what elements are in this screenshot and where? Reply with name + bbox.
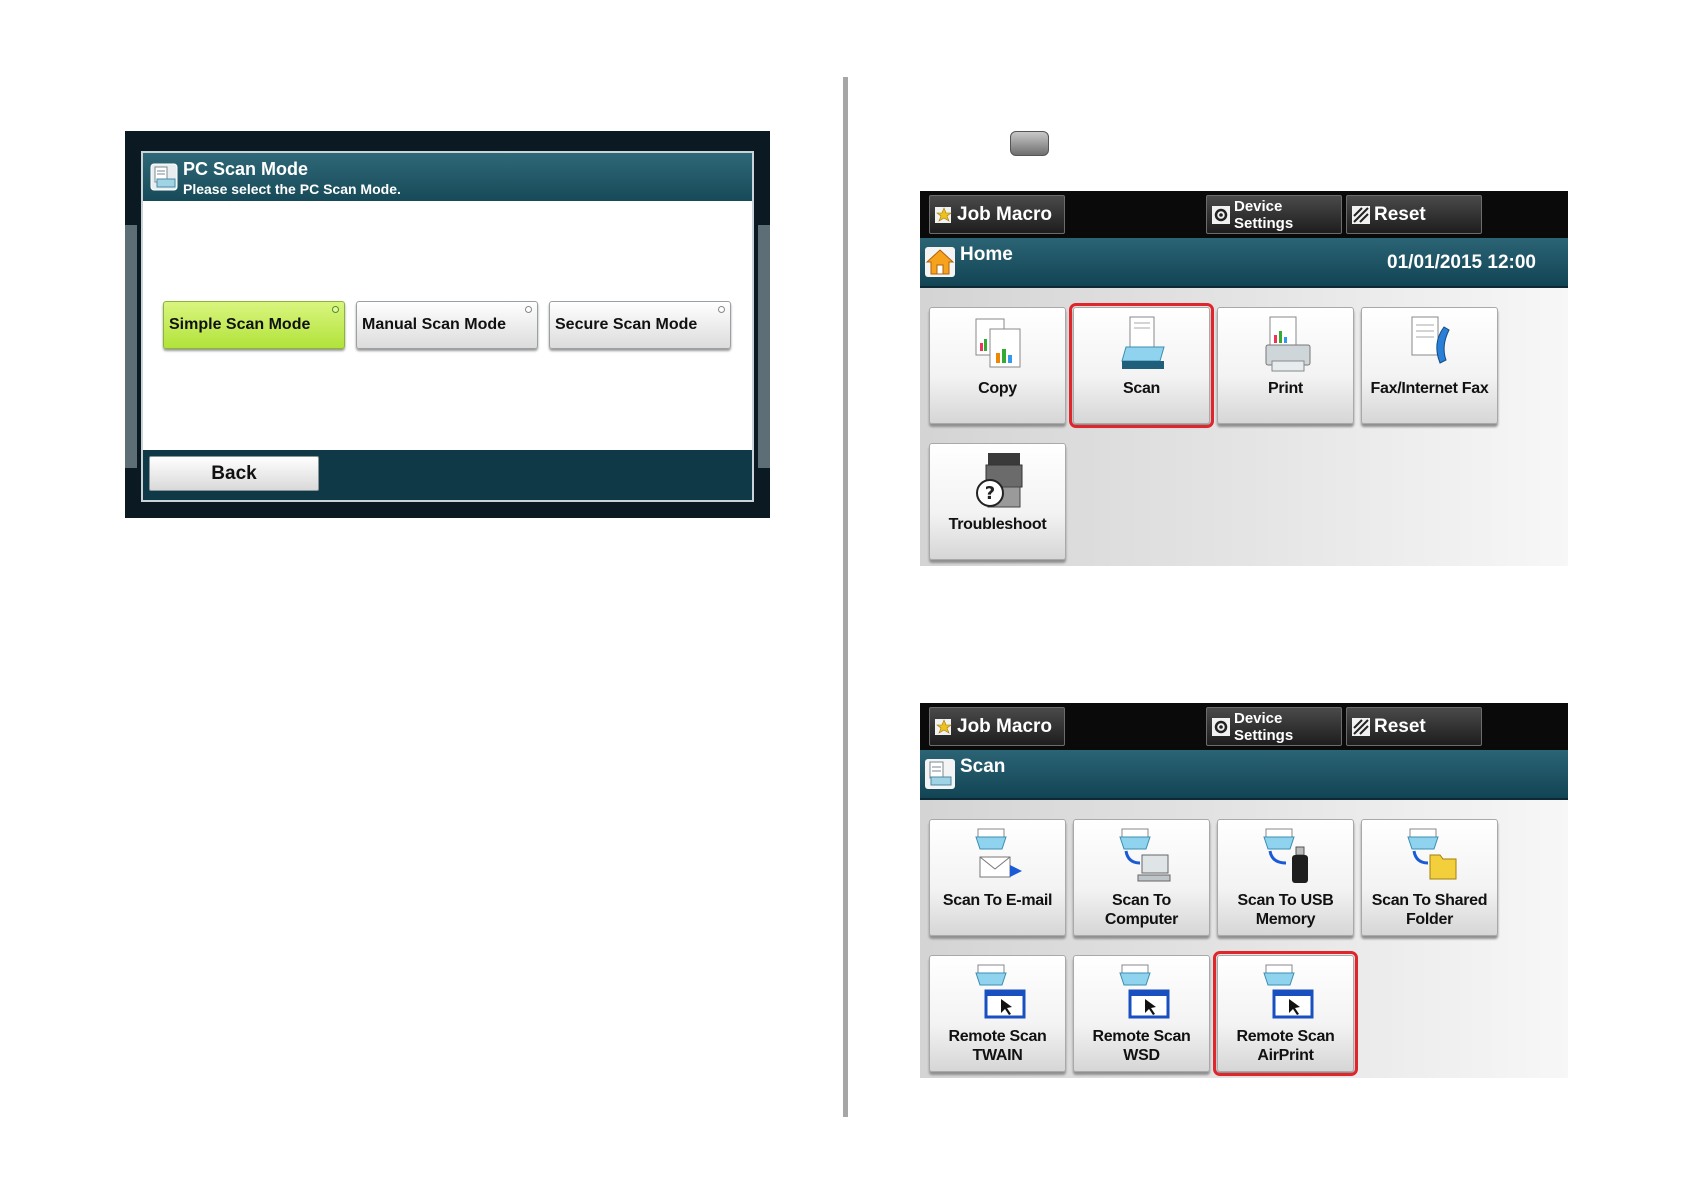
top-bar: Job Macro Device Settings Reset xyxy=(920,703,1568,750)
reset-button[interactable]: Reset xyxy=(1346,195,1482,234)
simple-scan-mode-button[interactable]: Simple Scan Mode xyxy=(163,301,345,349)
top-bar: Job Macro Device Settings Reset xyxy=(920,191,1568,238)
scan-screen: Job Macro Device Settings Reset Scan Sca… xyxy=(920,703,1568,1078)
panel-bezel-left xyxy=(125,225,137,468)
screen-title: Scan xyxy=(960,756,1006,777)
device-settings-icon xyxy=(1212,717,1230,736)
mode-label: Manual Scan Mode xyxy=(362,316,507,333)
dialog-header: PC Scan Mode Please select the PC Scan M… xyxy=(143,153,752,201)
tile-label: Scan To USB Memory xyxy=(1237,892,1334,928)
indicator-icon xyxy=(718,306,725,313)
print-icon xyxy=(1265,316,1311,372)
reset-label: Reset xyxy=(1374,715,1426,737)
job-macro-button[interactable]: Job Macro xyxy=(929,195,1065,234)
scan-to-email-tile[interactable]: Scan To E-mail xyxy=(929,819,1066,936)
selected-indicator-icon xyxy=(332,306,339,313)
reset-button[interactable]: Reset xyxy=(1346,707,1482,746)
tile-label: Troubleshoot xyxy=(948,516,1047,533)
device-settings-button[interactable]: Device Settings xyxy=(1206,707,1342,746)
job-macro-label: Job Macro xyxy=(957,715,1053,737)
reset-label: Reset xyxy=(1374,203,1426,225)
tile-label: Scan xyxy=(1122,380,1161,397)
panel-bezel-right xyxy=(758,225,770,468)
copy-tile[interactable]: Copy xyxy=(929,307,1066,424)
remote-scan-icon xyxy=(975,964,1026,1019)
title-bar: Home 01/01/2015 12:00 xyxy=(920,238,1568,288)
mode-label: Secure Scan Mode xyxy=(555,316,698,333)
scan-to-computer-tile[interactable]: Scan To Computer xyxy=(1073,819,1210,936)
copy-icon xyxy=(975,318,1021,368)
tile-label: Remote Scan TWAIN xyxy=(948,1028,1047,1064)
job-macro-button[interactable]: Job Macro xyxy=(929,707,1065,746)
pc-scan-mode-dialog: PC Scan Mode Please select the PC Scan M… xyxy=(141,151,754,502)
home-screen: Job Macro Device Settings Reset Home 01/0… xyxy=(920,191,1568,566)
tile-label: Scan To Computer xyxy=(1104,892,1179,928)
indicator-icon xyxy=(525,306,532,313)
scan-icon xyxy=(1121,316,1165,369)
secure-scan-mode-button[interactable]: Secure Scan Mode xyxy=(549,301,731,349)
scan-document-icon xyxy=(150,163,178,191)
job-macro-label: Job Macro xyxy=(957,203,1053,225)
scan-to-computer-icon xyxy=(1119,828,1171,882)
remote-scan-twain-tile[interactable]: Remote Scan TWAIN xyxy=(929,955,1066,1072)
dialog-footer: Back xyxy=(143,450,752,500)
tile-label: Remote Scan WSD xyxy=(1092,1028,1191,1064)
svg-text:?: ? xyxy=(985,483,995,504)
tile-label: Fax/Internet Fax xyxy=(1370,380,1489,397)
home-icon xyxy=(925,247,955,277)
remote-scan-wsd-tile[interactable]: Remote Scan WSD xyxy=(1073,955,1210,1072)
reset-icon xyxy=(1352,205,1370,224)
tile-label: Copy xyxy=(978,380,1017,397)
reset-icon xyxy=(1352,717,1370,736)
troubleshoot-icon: ? xyxy=(976,453,1023,508)
dialog-title: PC Scan Mode xyxy=(183,159,309,179)
hardware-home-button[interactable] xyxy=(1010,131,1049,156)
troubleshoot-tile[interactable]: ? Troubleshoot xyxy=(929,443,1066,560)
tile-label: Scan To E-mail xyxy=(942,892,1053,909)
tile-label: Remote Scan AirPrint xyxy=(1236,1028,1335,1064)
mode-label: Simple Scan Mode xyxy=(169,316,311,333)
remote-scan-icon xyxy=(1263,964,1314,1019)
scan-to-shared-folder-tile[interactable]: Scan To Shared Folder xyxy=(1361,819,1498,936)
device-settings-button[interactable]: Device Settings xyxy=(1206,195,1342,234)
remote-scan-icon xyxy=(1119,964,1170,1019)
scan-tile[interactable]: Scan xyxy=(1069,303,1214,428)
title-bar: Scan xyxy=(920,750,1568,800)
scan-to-usb-icon xyxy=(1263,828,1308,883)
job-macro-icon xyxy=(935,206,952,223)
scan-to-email-icon xyxy=(975,828,1022,878)
device-settings-label: Device Settings xyxy=(1234,197,1294,232)
tile-label: Scan To Shared Folder xyxy=(1371,892,1488,928)
device-settings-label: Device Settings xyxy=(1234,709,1294,744)
print-tile[interactable]: Print xyxy=(1217,307,1354,424)
date-time: 01/01/2015 12:00 xyxy=(1387,252,1536,273)
fax-tile[interactable]: Fax/Internet Fax xyxy=(1361,307,1498,424)
column-divider xyxy=(843,77,848,1117)
manual-scan-mode-button[interactable]: Manual Scan Mode xyxy=(356,301,538,349)
screen-title: Home xyxy=(960,244,1013,265)
back-button[interactable]: Back xyxy=(149,456,319,491)
remote-scan-airprint-tile[interactable]: Remote Scan AirPrint xyxy=(1213,951,1358,1076)
pc-scan-mode-panel: PC Scan Mode Please select the PC Scan M… xyxy=(125,131,770,518)
dialog-subtitle: Please select the PC Scan Mode. xyxy=(183,181,401,197)
scan-to-usb-tile[interactable]: Scan To USB Memory xyxy=(1217,819,1354,936)
job-macro-icon xyxy=(935,718,952,735)
device-settings-icon xyxy=(1212,205,1230,224)
fax-icon xyxy=(1411,316,1450,364)
tile-label: Print xyxy=(1268,380,1303,397)
scan-icon xyxy=(925,759,955,789)
scan-to-folder-icon xyxy=(1407,828,1457,880)
